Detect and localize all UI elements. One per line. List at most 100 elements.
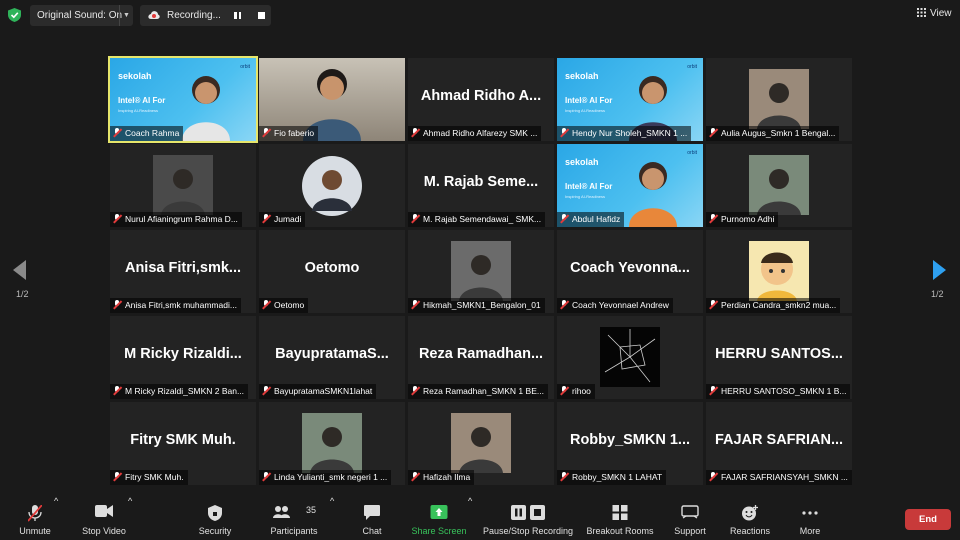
cloud-record-icon (148, 11, 160, 19)
participant-tile[interactable]: Robby_SMKN 1... Robby_SMKN 1 LAHAT (557, 402, 703, 485)
participant-profile-picture (749, 69, 809, 129)
participant-tile[interactable]: M. Rajab Seme... M. Rajab Semendawai_ SMK… (408, 144, 554, 227)
participants-count: 35 (306, 505, 317, 515)
participant-name: Robby_SMKN 1 LAHAT (572, 472, 663, 482)
muted-microphone-icon (708, 128, 718, 137)
audio-options-chevron-icon[interactable]: ^ (54, 496, 58, 540)
participant-name-label: Fio faberio (259, 126, 319, 141)
participant-name: FAJAR SAFRIANSYAH_SMKN ... (721, 472, 848, 482)
share-options-chevron-icon[interactable]: ^ (468, 496, 472, 540)
muted-microphone-icon (410, 214, 420, 223)
participant-tile[interactable]: Anisa Fitri,smk... Anisa Fitri,smk muhamm… (110, 230, 256, 313)
participant-tile[interactable]: M Ricky Rizaldi... M Ricky Rizaldi_SMKN 2… (110, 316, 256, 399)
participant-tile[interactable]: Hikmah_SMKN1_Bengalon_01 (408, 230, 554, 313)
participant-display-name: Oetomo (304, 260, 360, 276)
chat-label: Chat (362, 526, 382, 536)
participant-tile[interactable]: Fitry SMK Muh. Fitry SMK Muh. (110, 402, 256, 485)
pause-stop-recording-button[interactable]: Pause/Stop Recording (480, 496, 576, 540)
participant-tile[interactable]: Coach Yevonna... Coach Yevonnael Andrew (557, 230, 703, 313)
participant-tile[interactable]: FAJAR SAFRIAN... FAJAR SAFRIANSYAH_SMKN .… (706, 402, 852, 485)
pause-icon[interactable] (234, 12, 242, 19)
participant-tile[interactable]: Purnomo Adhi (706, 144, 852, 227)
muted-microphone-icon (708, 214, 718, 223)
chevron-down-icon[interactable]: ▼ (119, 5, 133, 26)
stop-icon[interactable] (258, 12, 265, 19)
unmute-button[interactable]: Unmute (12, 496, 58, 540)
chat-button[interactable]: Chat (352, 496, 392, 540)
participant-tile[interactable]: Nurul Afianingrum Rahma D... (110, 144, 256, 227)
participant-name: Coach Yevonnael Andrew (572, 300, 669, 310)
top-bar: Original Sound: On ▼ Recording... View (0, 0, 960, 30)
shield-check-icon[interactable] (8, 8, 21, 22)
participant-display-name: Anisa Fitri,smk... (124, 260, 242, 276)
participant-name-label: HERRU SANTOSO_SMKN 1 B... (706, 384, 851, 399)
participant-tile[interactable]: HERRU SANTOS... HERRU SANTOSO_SMKN 1 B... (706, 316, 852, 399)
banner-title: Intel® AI For (565, 182, 613, 191)
participant-name-label: Coach Rahma (110, 126, 184, 141)
original-sound-button[interactable]: Original Sound: On ▼ (30, 5, 133, 26)
pause-stop-recording-icon (511, 505, 545, 520)
participant-tile[interactable]: Aulia Augus_Smkn 1 Bengal... (706, 58, 852, 141)
end-meeting-button[interactable]: End (905, 509, 951, 530)
participant-name-label: Hafizah Ilma (408, 470, 475, 485)
participant-name-label: Hikmah_SMKN1_Bengalon_01 (408, 298, 545, 313)
more-button[interactable]: More (792, 496, 828, 540)
more-dots-icon (802, 511, 818, 515)
stop-video-button[interactable]: Stop Video (76, 496, 132, 540)
participant-name: Ahmad Ridho Alfarezy SMK ... (423, 128, 538, 138)
participant-name: Linda Yulianti_smk negeri 1 ... (274, 472, 388, 482)
participant-name-label: Hendy Nur Sholeh_SMKN 1 ... (557, 126, 692, 141)
muted-microphone-icon (112, 128, 122, 137)
video-options-chevron-icon[interactable]: ^ (128, 496, 132, 540)
sekolah-logo: sekolah (565, 71, 599, 81)
muted-microphone-icon (28, 505, 42, 522)
participants-options-chevron-icon[interactable]: ^ (330, 496, 334, 540)
reactions-label: Reactions (729, 526, 771, 536)
previous-page-arrow-icon[interactable] (13, 260, 27, 280)
participant-tile[interactable]: sekolah orbit Intel® AI For Inspiring AI-Re… (557, 144, 703, 227)
participant-tile[interactable]: sekolah orbit Intel® AI For Inspiring AI-Re… (108, 56, 258, 143)
share-screen-button[interactable]: Share Screen (410, 496, 468, 540)
security-button[interactable]: Security (190, 496, 240, 540)
participant-tile[interactable]: Hafizah Ilma (408, 402, 554, 485)
participant-name-label: Aulia Augus_Smkn 1 Bengal... (706, 126, 840, 141)
banner-title: Intel® AI For (565, 96, 613, 105)
participant-display-name: Ahmad Ridho A... (420, 88, 542, 104)
muted-microphone-icon (112, 300, 122, 309)
participants-button[interactable]: 35 Participants (266, 496, 322, 540)
banner-title: Intel® AI For (118, 96, 166, 105)
participant-tile[interactable]: Oetomo Oetomo (259, 230, 405, 313)
view-button[interactable]: View (917, 8, 952, 19)
participant-tile[interactable]: Linda Yulianti_smk negeri 1 ... (259, 402, 405, 485)
participant-name-label: Jumadi (259, 212, 306, 227)
muted-microphone-icon (261, 300, 271, 309)
reactions-button[interactable]: Reactions (726, 496, 774, 540)
participant-display-name: Coach Yevonna... (570, 260, 690, 276)
participant-name-label: M Ricky Rizaldi_SMKN 2 Ban... (110, 384, 249, 399)
participant-tile[interactable]: Reza Ramadhan... Reza Ramadhan_SMKN 1 BE.… (408, 316, 554, 399)
participant-tile[interactable]: sekolah orbit Intel® AI For Inspiring AI-Re… (557, 58, 703, 141)
participant-tile[interactable]: BayupratamaS... BayupratamaSMKN1lahat (259, 316, 405, 399)
banner-tagline: Inspiring AI-Readiness (118, 108, 159, 113)
original-sound-label: Original Sound: On (37, 10, 123, 21)
participant-tile[interactable]: Fio faberio (259, 58, 405, 141)
participant-display-name: HERRU SANTOS... (715, 346, 843, 362)
participant-name: M. Rajab Semendawai_ SMK... (423, 214, 542, 224)
support-button[interactable]: Support (670, 496, 710, 540)
participant-tile[interactable]: Perdian Candra_smkn2 mua... (706, 230, 852, 313)
participant-name: Hendy Nur Sholeh_SMKN 1 ... (572, 128, 688, 138)
breakout-rooms-icon (612, 505, 628, 520)
participant-name-label: Fitry SMK Muh. (110, 470, 188, 485)
next-page-arrow-icon[interactable] (932, 260, 946, 280)
participant-tile[interactable]: rihoo (557, 316, 703, 399)
breakout-rooms-button[interactable]: Breakout Rooms (584, 496, 656, 540)
participant-tile[interactable]: Jumadi (259, 144, 405, 227)
muted-microphone-icon (410, 386, 420, 395)
muted-microphone-icon (112, 472, 122, 481)
participant-name: Hikmah_SMKN1_Bengalon_01 (423, 300, 541, 310)
pause-stop-recording-label: Pause/Stop Recording (482, 526, 574, 536)
person-figure (182, 76, 230, 141)
meeting-toolbar: Unmute ^ Stop Video ^ Security 35 Partic… (0, 496, 960, 540)
participant-name: Jumadi (274, 214, 302, 224)
participant-tile[interactable]: Ahmad Ridho A... Ahmad Ridho Alfarezy SMK… (408, 58, 554, 141)
